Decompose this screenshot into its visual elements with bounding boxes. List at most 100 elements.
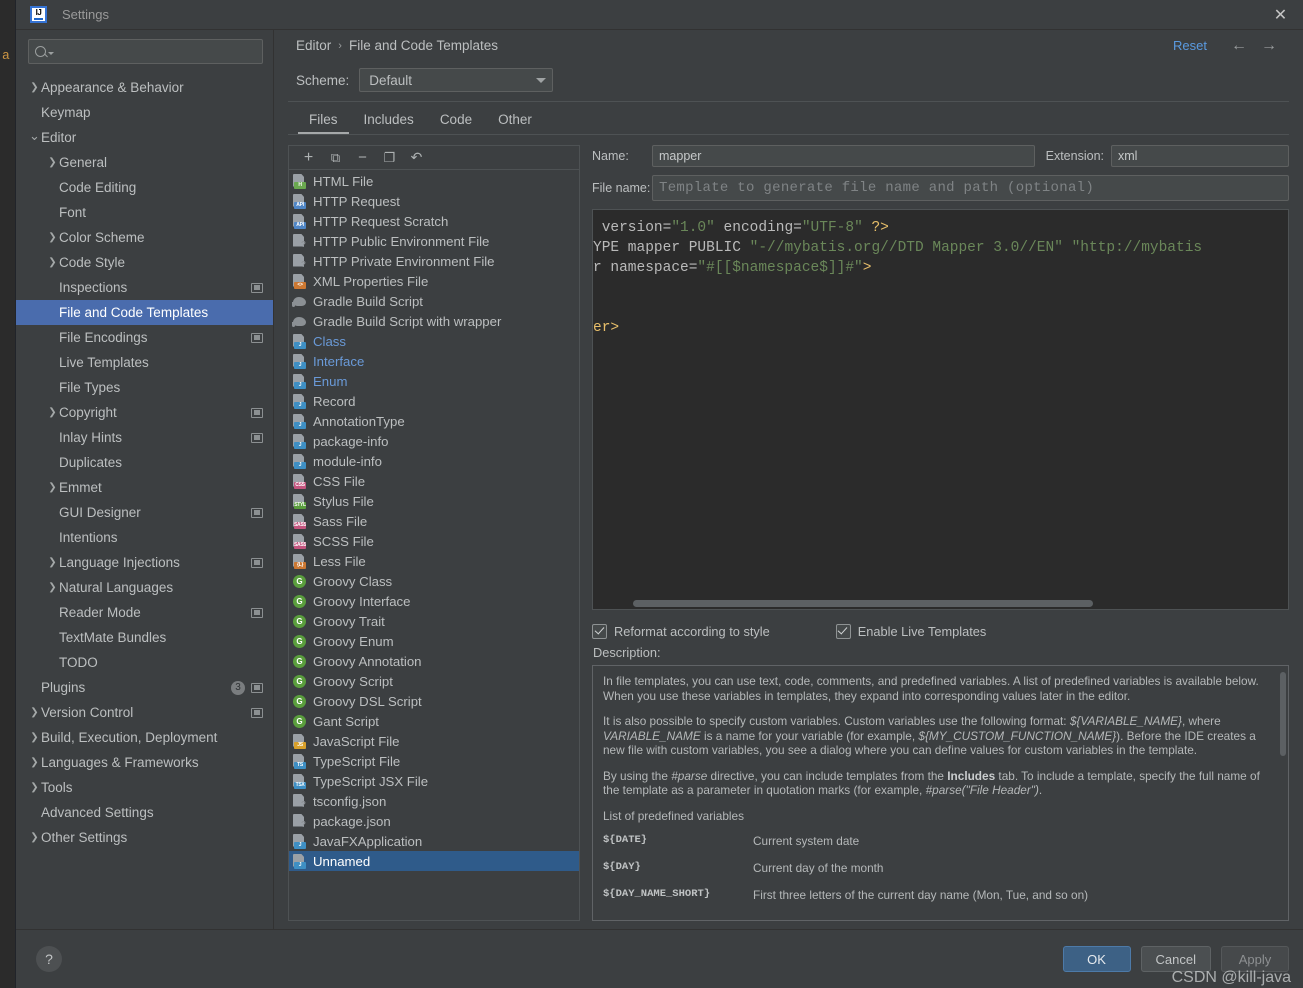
close-icon[interactable]: ✕ <box>1258 0 1303 29</box>
horizontal-scrollbar[interactable] <box>593 599 1288 607</box>
duplicate-icon[interactable]: ❐ <box>376 147 403 169</box>
list-item[interactable]: ? HTTP Private Environment File <box>289 251 579 271</box>
sidebar-item-todo[interactable]: TODO <box>16 650 273 675</box>
list-item[interactable]: <> XML Properties File <box>289 271 579 291</box>
list-item[interactable]: G Groovy Class <box>289 571 579 591</box>
list-item[interactable]: {L} Less File <box>289 551 579 571</box>
scheme-dropdown[interactable]: Default <box>359 68 554 92</box>
sidebar-item-file-encodings[interactable]: File Encodings <box>16 325 273 350</box>
sidebar-item-natural-languages[interactable]: ❯ Natural Languages <box>16 575 273 600</box>
list-item[interactable]: TSX TypeScript JSX File <box>289 771 579 791</box>
chevron-right-icon[interactable]: ❯ <box>28 707 41 718</box>
sidebar-item-keymap[interactable]: Keymap <box>16 100 273 125</box>
list-item[interactable]: TS TypeScript File <box>289 751 579 771</box>
sidebar-item-duplicates[interactable]: Duplicates <box>16 450 273 475</box>
settings-tree[interactable]: ❯ Appearance & Behavior Keymap ⌄ Editor ❯ Gene… <box>16 72 273 929</box>
chevron-right-icon[interactable]: ❯ <box>46 407 59 418</box>
sidebar-item-inspections[interactable]: Inspections <box>16 275 273 300</box>
sidebar-item-font[interactable]: Font <box>16 200 273 225</box>
sidebar-item-languages-frameworks[interactable]: ❯ Languages & Frameworks <box>16 750 273 775</box>
template-list-toolbar[interactable]: + ⧉ − ❐ ↶ <box>289 146 579 170</box>
list-item[interactable]: G Groovy Interface <box>289 591 579 611</box>
list-item[interactable]: G Gant Script <box>289 711 579 731</box>
chevron-right-icon[interactable]: ❯ <box>46 582 59 593</box>
chevron-right-icon[interactable]: ❯ <box>28 757 41 768</box>
list-item[interactable]: Gradle Build Script with wrapper <box>289 311 579 331</box>
list-item[interactable]: H HTML File <box>289 171 579 191</box>
list-item[interactable]: STYL Stylus File <box>289 491 579 511</box>
sidebar-item-intentions[interactable]: Intentions <box>16 525 273 550</box>
tab-includes[interactable]: Includes <box>351 112 427 134</box>
list-item[interactable]: API HTTP Request <box>289 191 579 211</box>
description-scrollbar[interactable] <box>1280 672 1286 756</box>
list-item[interactable]: ? tsconfig.json <box>289 791 579 811</box>
chevron-right-icon[interactable]: ❯ <box>28 732 41 743</box>
list-item[interactable]: Jmodule-info <box>289 451 579 471</box>
chevron-right-icon[interactable]: ❯ <box>28 782 41 793</box>
sidebar-item-code-editing[interactable]: Code Editing <box>16 175 273 200</box>
sidebar-item-plugins[interactable]: Plugins 3 <box>16 675 273 700</box>
chevron-right-icon[interactable]: ❯ <box>46 232 59 243</box>
list-item[interactable]: CSS CSS File <box>289 471 579 491</box>
sidebar-item-copyright[interactable]: ❯ Copyright <box>16 400 273 425</box>
sidebar-item-tools[interactable]: ❯ Tools <box>16 775 273 800</box>
list-item[interactable]: ? HTTP Public Environment File <box>289 231 579 251</box>
chevron-right-icon[interactable]: ❯ <box>46 557 59 568</box>
checkbox-enable-live-templates[interactable]: Enable Live Templates <box>835 623 986 639</box>
scrollbar-thumb[interactable] <box>633 600 1093 607</box>
breadcrumb-root[interactable]: Editor <box>296 38 331 53</box>
list-item[interactable]: J Unnamed <box>289 851 579 871</box>
list-item[interactable]: J Enum <box>289 371 579 391</box>
chevron-right-icon[interactable]: ❯ <box>28 82 41 93</box>
add-icon[interactable]: + <box>295 147 322 169</box>
sidebar-item-color-scheme[interactable]: ❯ Color Scheme <box>16 225 273 250</box>
list-item[interactable]: Gradle Build Script <box>289 291 579 311</box>
sidebar-item-emmet[interactable]: ❯ Emmet <box>16 475 273 500</box>
sidebar-item-file-and-code-templates[interactable]: File and Code Templates <box>16 300 273 325</box>
template-file-list[interactable]: H HTML File API HTTP Request API HTTP Request… <box>289 170 579 920</box>
sidebar-item-version-control[interactable]: ❯ Version Control <box>16 700 273 725</box>
tab-other[interactable]: Other <box>485 112 545 134</box>
template-tabs[interactable]: Files Includes Code Other <box>274 102 1303 134</box>
extension-input[interactable]: xml <box>1111 145 1289 167</box>
list-item[interactable]: SASS Sass File <box>289 511 579 531</box>
sidebar-item-gui-designer[interactable]: GUI Designer <box>16 500 273 525</box>
sidebar-item-reader-mode[interactable]: Reader Mode <box>16 600 273 625</box>
reset-link[interactable]: Reset <box>1173 38 1207 53</box>
sidebar-item-file-types[interactable]: File Types <box>16 375 273 400</box>
chevron-down-icon[interactable]: ⌄ <box>28 129 41 142</box>
sidebar-item-inlay-hints[interactable]: Inlay Hints <box>16 425 273 450</box>
list-item[interactable]: ? package.json <box>289 811 579 831</box>
sidebar-item-build-execution-deployment[interactable]: ❯ Build, Execution, Deployment <box>16 725 273 750</box>
chevron-right-icon[interactable]: ❯ <box>46 482 59 493</box>
sidebar-item-live-templates[interactable]: Live Templates <box>16 350 273 375</box>
sidebar-item-advanced-settings[interactable]: Advanced Settings <box>16 800 273 825</box>
sidebar-item-general[interactable]: ❯ General <box>16 150 273 175</box>
list-item[interactable]: J JavaFXApplication <box>289 831 579 851</box>
list-item[interactable]: G Groovy DSL Script <box>289 691 579 711</box>
chevron-right-icon[interactable]: ❯ <box>28 832 41 843</box>
list-item[interactable]: API HTTP Request Scratch <box>289 211 579 231</box>
tab-files[interactable]: Files <box>296 112 351 134</box>
list-item[interactable]: J Class <box>289 331 579 351</box>
sidebar-item-appearance-behavior[interactable]: ❯ Appearance & Behavior <box>16 75 273 100</box>
name-input[interactable]: mapper <box>652 145 1035 167</box>
list-item[interactable]: G Groovy Enum <box>289 631 579 651</box>
sidebar-item-language-injections[interactable]: ❯ Language Injections <box>16 550 273 575</box>
sidebar-item-other-settings[interactable]: ❯ Other Settings <box>16 825 273 850</box>
template-code-editor[interactable]: version="1.0" encoding="UTF-8" ?> YPE map… <box>592 209 1289 610</box>
reset-template-icon[interactable]: ↶ <box>403 147 430 169</box>
filename-input[interactable]: Template to generate file name and path … <box>652 175 1289 201</box>
list-item[interactable]: G Groovy Trait <box>289 611 579 631</box>
list-item[interactable]: JS JavaScript File <box>289 731 579 751</box>
back-arrow-icon[interactable]: ← <box>1231 37 1247 55</box>
chevron-right-icon[interactable]: ❯ <box>46 257 59 268</box>
copy-template-icon[interactable]: ⧉ <box>322 147 349 169</box>
list-item[interactable]: J Interface <box>289 351 579 371</box>
list-item[interactable]: Jpackage-info <box>289 431 579 451</box>
list-item[interactable]: G Groovy Annotation <box>289 651 579 671</box>
list-item[interactable]: SASS SCSS File <box>289 531 579 551</box>
sidebar-item-textmate-bundles[interactable]: TextMate Bundles <box>16 625 273 650</box>
sidebar-item-editor[interactable]: ⌄ Editor <box>16 125 273 150</box>
tab-code[interactable]: Code <box>427 112 485 134</box>
